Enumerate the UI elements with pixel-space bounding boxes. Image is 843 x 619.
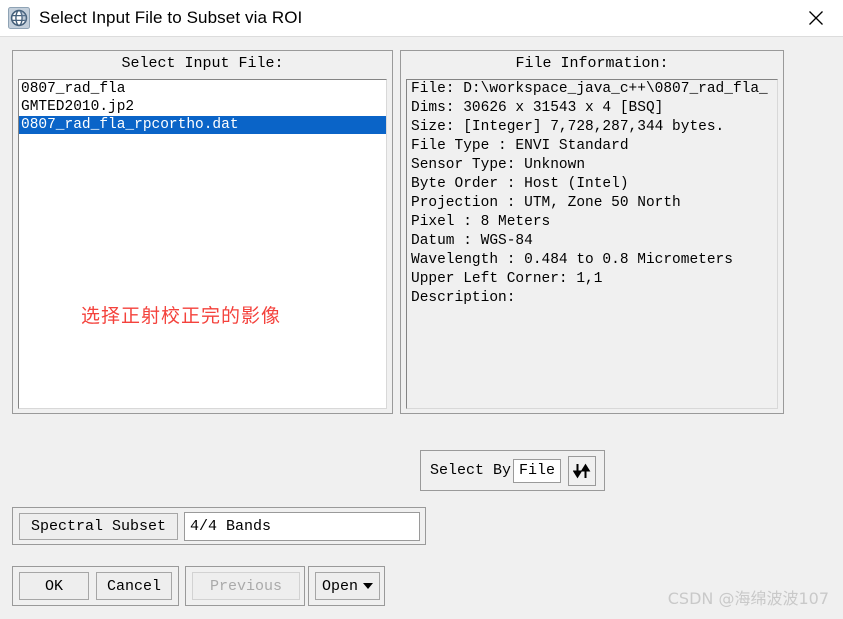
list-item[interactable]: 0807_rad_fla [19,80,386,98]
window-title: Select Input File to Subset via ROI [39,8,303,27]
updown-arrows-icon [573,463,591,478]
close-button[interactable] [789,0,843,36]
cancel-button[interactable]: Cancel [96,572,172,600]
info-line: File: D:\workspace_java_c++\0807_rad_fla… [411,81,768,97]
select-input-file-panel: Select Input File: 0807_rad_fla GMTED201… [12,50,393,414]
info-line: File Type : ENVI Standard [411,138,629,154]
watermark: CSDN @海绵波波107 [667,589,829,608]
select-by-group: Select By File [420,450,605,491]
open-button-group: Open [308,566,385,606]
close-icon [809,11,823,25]
info-line: Description: [411,290,516,306]
list-item[interactable]: 0807_rad_fla_rpcortho.dat [19,116,386,134]
open-button[interactable]: Open [315,572,380,600]
file-information-box: File: D:\workspace_java_c++\0807_rad_fla… [406,79,778,409]
navigation-button-group: Previous [185,566,305,606]
spectral-subset-group: Spectral Subset 4/4 Bands [12,507,426,545]
info-line: Byte Order : Host (Intel) [411,176,629,192]
info-line: Size: [Integer] 7,728,287,344 bytes. [411,119,725,135]
select-input-file-heading: Select Input File: [121,55,284,72]
info-line: Sensor Type: Unknown [411,157,586,173]
info-line: Projection : UTM, Zone 50 North [411,195,681,211]
info-line: Pixel : 8 Meters [411,214,551,230]
info-line: Wavelength : 0.484 to 0.8 Micrometers [411,252,733,268]
dialog-window: Select Input File to Subset via ROI Sele… [0,0,843,619]
bands-field: 4/4 Bands [184,511,420,541]
spectral-subset-button[interactable]: Spectral Subset [19,512,179,540]
select-by-toggle-button[interactable] [568,455,597,486]
annotation-text: 选择正射校正完的影像 [81,305,282,327]
open-button-label: Open [321,577,358,595]
file-information-heading: File Information: [515,55,669,72]
select-by-value[interactable]: File [513,458,562,483]
file-list[interactable]: 0807_rad_fla GMTED2010.jp2 0807_rad_fla_… [18,79,387,409]
file-information-panel: File Information: File: D:\workspace_jav… [400,50,784,414]
chevron-down-icon [363,583,373,589]
info-line: Dims: 30626 x 31543 x 4 [BSQ] [411,100,664,116]
primary-button-group: OK Cancel [12,566,179,606]
previous-button: Previous [192,572,300,600]
bands-value: 4/4 Bands [190,517,272,535]
select-by-label: Select By [430,462,512,479]
list-item[interactable]: GMTED2010.jp2 [19,98,386,116]
info-line: Datum : WGS-84 [411,233,533,249]
info-line: Upper Left Corner: 1,1 [411,271,603,287]
ok-button[interactable]: OK [19,572,89,600]
title-bar: Select Input File to Subset via ROI [0,0,843,37]
envi-globe-icon [8,7,30,29]
